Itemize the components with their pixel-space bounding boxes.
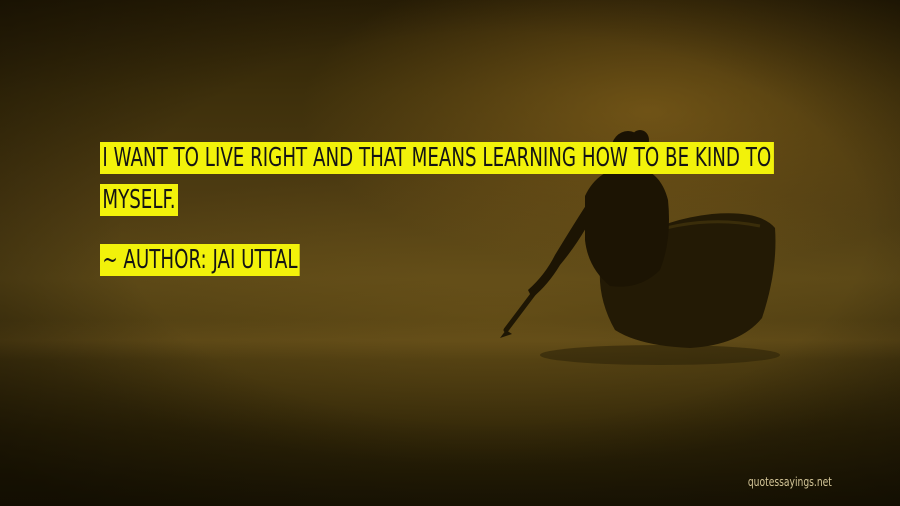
quote-line-1: I WANT TO LIVE RIGHT AND THAT MEANS LEAR… (100, 142, 774, 174)
quote-author: ~ AUTHOR: JAI UTTAL (100, 244, 300, 276)
site-watermark: quotessayings.net (747, 475, 832, 489)
background-photo: I WANT TO LIVE RIGHT AND THAT MEANS LEAR… (0, 0, 900, 506)
quote-line-2: MYSELF. (100, 184, 178, 216)
